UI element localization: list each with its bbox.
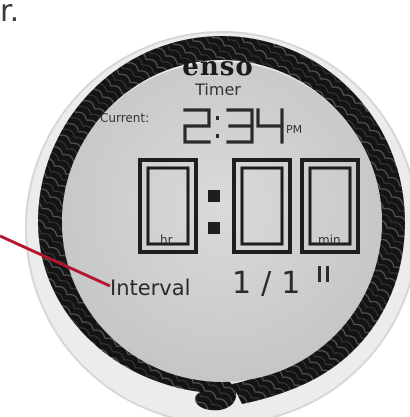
ampm-indicator: PM bbox=[286, 123, 303, 136]
interval-label: Interval bbox=[110, 276, 191, 300]
current-time-label: Current: bbox=[100, 111, 150, 125]
interval-count: 1/1 bbox=[232, 266, 311, 301]
mode-label: Timer bbox=[195, 80, 241, 99]
current-colon-bottom bbox=[216, 134, 219, 138]
current-colon-top bbox=[216, 116, 219, 120]
pause-bar-left bbox=[318, 266, 321, 282]
pause-bar-right bbox=[326, 266, 329, 282]
minutes-unit-label: min bbox=[318, 233, 341, 247]
hours-unit-label: hr bbox=[160, 233, 173, 247]
lcd-face bbox=[62, 62, 382, 382]
enso-timer-screen: r. enso Timer Current: PM hr min Interva… bbox=[0, 0, 410, 417]
pause-icon bbox=[318, 266, 332, 282]
brand-logo-text: enso bbox=[182, 52, 254, 82]
